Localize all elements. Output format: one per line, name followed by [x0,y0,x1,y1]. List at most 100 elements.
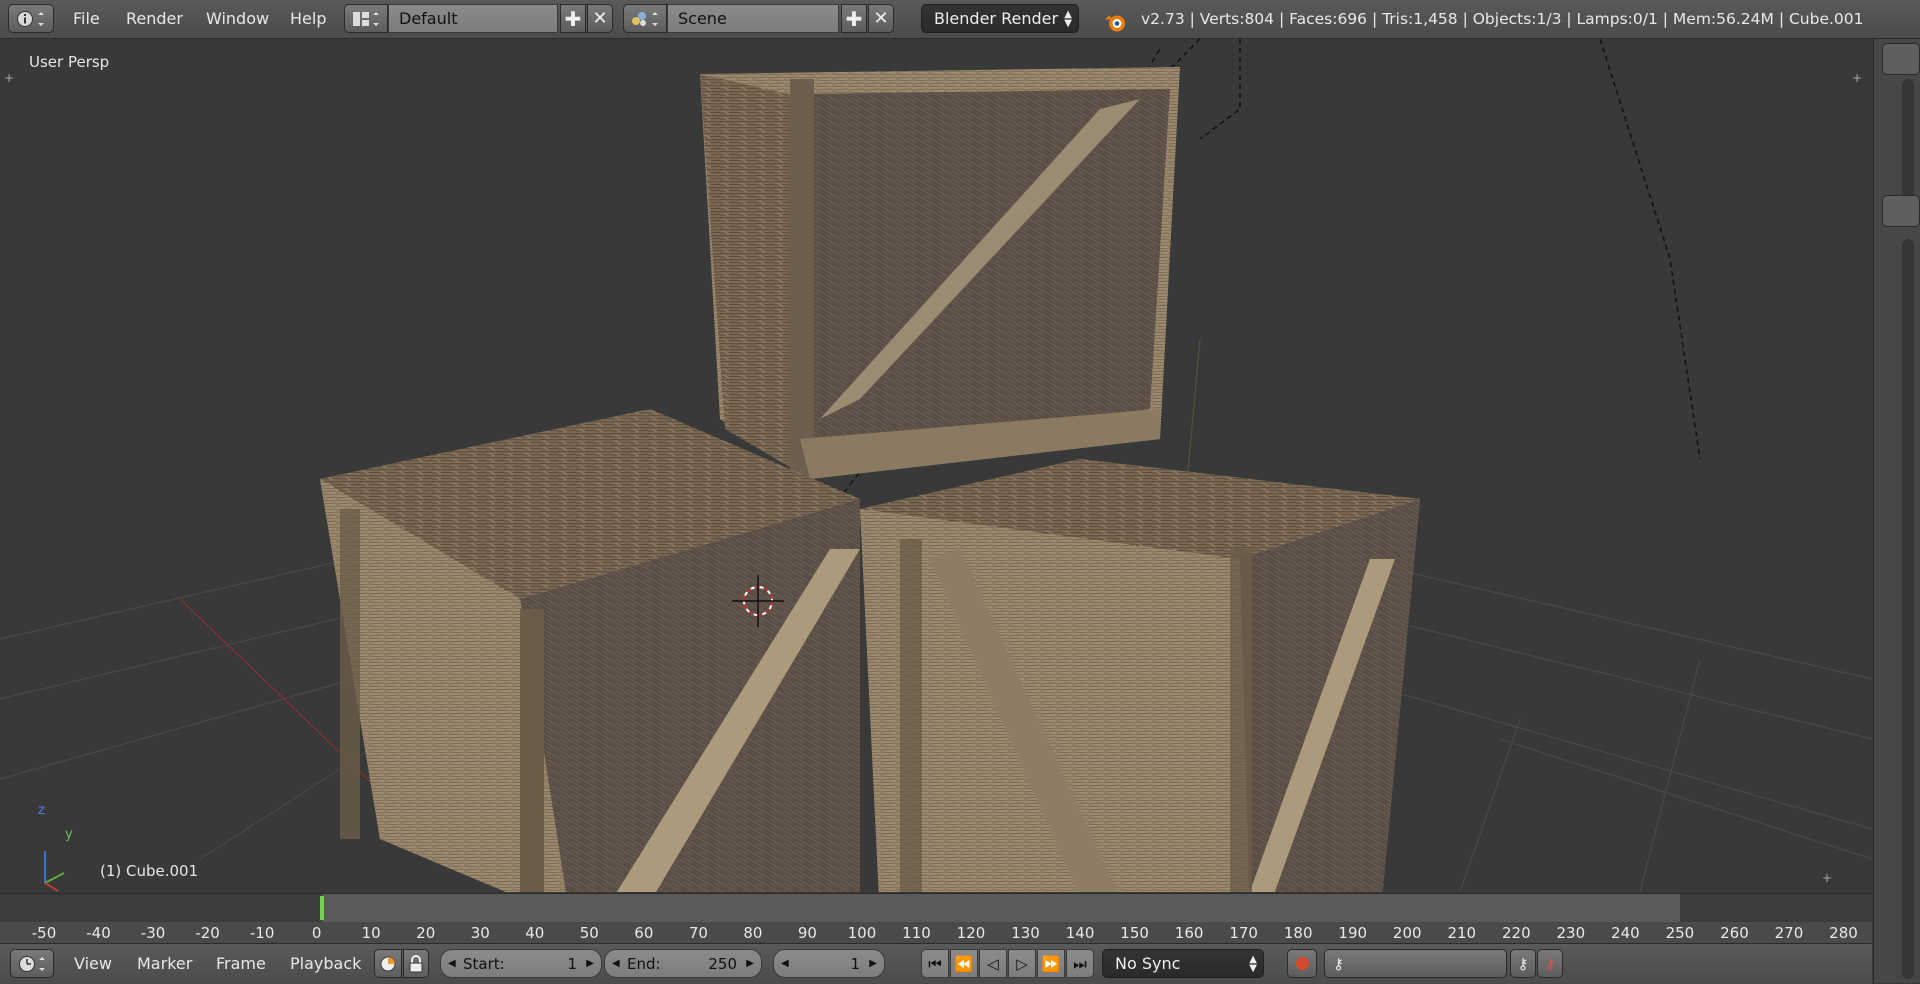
axis-gizmo-icon [44,851,65,892]
timeline-tick-label: 150 [1120,924,1149,942]
menu-marker[interactable]: Marker [137,949,192,978]
timeline-tick-label: 0 [311,924,322,942]
jump-start-icon: ⏮ [928,954,942,973]
updown-arrows-icon: ▲ ▼ [1249,953,1257,974]
timeline-tick-label: 30 [470,924,490,942]
region-expand-plus-icon[interactable]: + [1852,71,1862,85]
timeline-header: View Marker Frame Playback ◀ Start: 1 ▶ … [0,943,1872,984]
add-layout-button[interactable]: ✚ [560,4,586,33]
menu-frame[interactable]: Frame [216,949,266,978]
viewport-scene [0,39,1872,892]
use-preview-range-button[interactable] [374,949,402,978]
timeline-tick-label: -20 [195,924,220,942]
jump-end-icon: ⏭ [1073,954,1087,973]
lock-range-button[interactable] [403,949,429,978]
menu-window[interactable]: Window [206,4,269,33]
render-engine-select[interactable]: Blender Render ▲ ▼ [921,4,1079,33]
timeline-tick-label: 100 [847,924,877,942]
render-engine-value: Blender Render [934,9,1059,28]
scene-icon [632,11,658,26]
current-frame-marker[interactable] [320,896,325,920]
jump-to-end-button[interactable]: ⏭ [1066,949,1094,978]
play-reverse-icon: ◁ [987,954,999,973]
play-icon: ▷ [1016,954,1028,973]
properties-icon-button[interactable] [1882,195,1920,227]
insert-keyframe-button[interactable]: ⚷ [1510,949,1536,978]
timeline-frame-strip[interactable] [0,894,1872,922]
arrow-left-icon[interactable]: ◀ [448,958,456,969]
timeline-tick-label: 160 [1174,924,1204,942]
properties-strip[interactable] [1873,39,1920,983]
arrow-right-icon[interactable]: ▶ [586,958,594,969]
editor-type-button[interactable] [10,949,54,978]
end-frame-field[interactable]: ◀ End: 250 ▶ [604,949,762,978]
updown-arrows-icon: ▲ ▼ [1064,8,1072,29]
timeline-tick-label: 170 [1229,924,1258,942]
editor-type-button[interactable] [8,4,54,33]
region-expand-plus-icon[interactable]: + [4,71,14,85]
arrow-right-icon[interactable]: ▶ [746,958,754,969]
jump-to-next-keyframe-button[interactable]: ⏩ [1037,949,1065,978]
timeline-tick-label: 280 [1829,924,1858,942]
timeline-tick-label: -40 [86,924,111,942]
timeline-tick-label: 200 [1392,924,1422,942]
outliner-icon-button[interactable] [1882,43,1920,75]
timeline-tick-label: 60 [634,924,654,942]
arrow-left-icon[interactable]: ◀ [781,958,789,969]
play-reverse-button[interactable]: ◁ [979,949,1007,978]
timeline-tick-label: 180 [1283,924,1313,942]
timeline-tick-label: -50 [31,924,57,942]
arrow-left-icon[interactable]: ◀ [612,958,620,969]
end-frame-label: End: [627,954,661,973]
timeline-tick-label: 120 [956,924,986,942]
delete-scene-button[interactable]: ✕ [868,4,894,33]
info-header: File Render Window Help Default ✚ ✕ Scen… [0,0,1920,39]
screen-layout-icon-button[interactable] [344,4,388,33]
menu-view[interactable]: View [74,949,112,978]
scene-statistics: v2.73 | Verts:804 | Faces:696 | Tris:1,4… [1141,9,1864,28]
timeline-tick-label: 190 [1338,924,1368,942]
prev-keyframe-icon: ⏪ [954,954,974,973]
end-frame-value: 250 [708,954,737,973]
menu-help[interactable]: Help [290,4,326,33]
close-icon: ✕ [873,8,889,29]
timeline-tick-label: 10 [361,924,381,942]
sync-mode-select[interactable]: No Sync ▲ ▼ [1102,949,1264,978]
axis-y-label: y [65,827,73,842]
timeline[interactable]: -50 -40 -30 -20 -10 0 10 20 30 40 50 60 70 80 90 100 110… [0,893,1872,943]
axis-z-label: z [38,803,45,818]
screen-layout-field[interactable]: Default [388,4,558,33]
play-button[interactable]: ▷ [1008,949,1036,978]
delete-layout-button[interactable]: ✕ [587,4,613,33]
menu-playback[interactable]: Playback [290,949,361,978]
timeline-tick-label: 270 [1774,924,1804,942]
plus-icon: ✚ [845,6,863,31]
record-icon [1295,957,1309,970]
info-icon [17,10,44,27]
view-name-label: User Persp [29,53,110,71]
blender-logo-icon [1105,15,1125,32]
sync-mode-value: No Sync [1115,954,1181,973]
menu-render[interactable]: Render [126,4,183,33]
region-expand-plus-icon[interactable]: + [1822,871,1832,885]
jump-to-start-button[interactable]: ⏮ [921,949,949,978]
timeline-tick-label: 110 [902,924,931,942]
current-frame-field[interactable]: ◀ 1 ▶ [773,949,885,978]
scrollbar[interactable] [1902,79,1914,199]
timeline-tick-label: 90 [797,924,817,942]
keying-set-button[interactable]: ⚷ [1324,949,1507,978]
3d-viewport[interactable]: User Persp z y (1) Cube.001 + + + [0,39,1872,892]
start-frame-field[interactable]: ◀ Start: 1 ▶ [440,949,602,978]
jump-to-previous-keyframe-button[interactable]: ⏪ [950,949,978,978]
menu-file[interactable]: File [73,4,100,33]
scene-field[interactable]: Scene [667,4,839,33]
timeline-ruler: -50 -40 -30 -20 -10 0 10 20 30 40 50 60 70 80 90 100 110… [0,922,1872,943]
layout-grid-icon [353,11,379,26]
preview-range-icon [380,956,396,971]
delete-keyframe-button[interactable]: ⚷ [1537,949,1563,978]
scene-icon-button[interactable] [623,4,667,33]
arrow-right-icon[interactable]: ▶ [869,958,877,969]
scrollbar[interactable] [1902,239,1914,979]
add-scene-button[interactable]: ✚ [841,4,867,33]
record-button[interactable] [1287,949,1317,978]
